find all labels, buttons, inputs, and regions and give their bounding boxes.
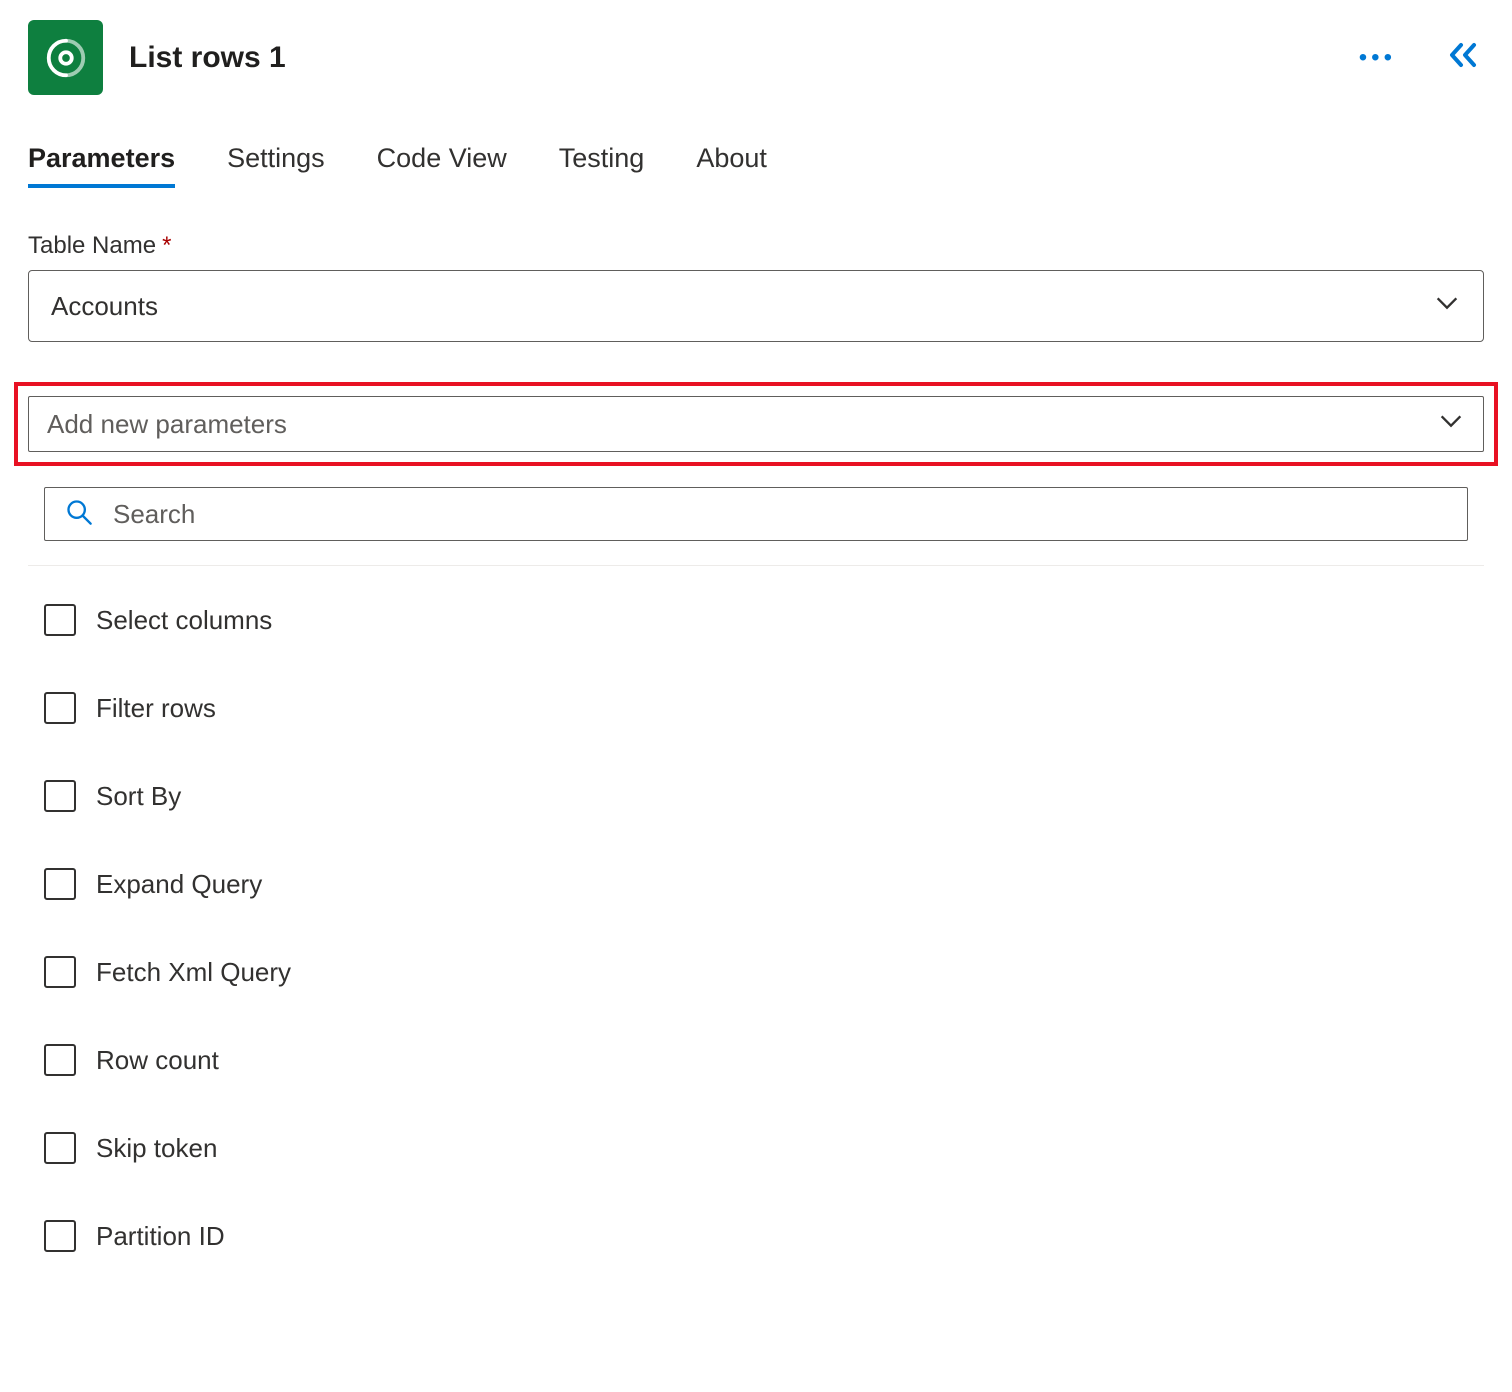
checkbox[interactable]	[44, 1220, 76, 1252]
option-skip-token[interactable]: Skip token	[44, 1116, 1468, 1180]
header-actions: •••	[1351, 37, 1484, 78]
collapse-panel-button[interactable]	[1444, 37, 1484, 78]
option-label: Partition ID	[96, 1221, 225, 1252]
option-label: Expand Query	[96, 869, 262, 900]
checkbox[interactable]	[44, 1044, 76, 1076]
option-expand-query[interactable]: Expand Query	[44, 852, 1468, 916]
checkbox[interactable]	[44, 868, 76, 900]
option-partition-id[interactable]: Partition ID	[44, 1204, 1468, 1268]
add-new-parameters-dropdown[interactable]: Add new parameters	[28, 396, 1484, 452]
checkbox[interactable]	[44, 692, 76, 724]
parameter-option-list: Select columns Filter rows Sort By Expan…	[28, 588, 1484, 1268]
search-input[interactable]	[113, 499, 1447, 530]
option-select-columns[interactable]: Select columns	[44, 588, 1468, 652]
chevron-down-icon	[1437, 407, 1465, 442]
option-fetch-xml-query[interactable]: Fetch Xml Query	[44, 940, 1468, 1004]
table-name-value: Accounts	[51, 291, 158, 322]
option-sort-by[interactable]: Sort By	[44, 764, 1468, 828]
option-label: Select columns	[96, 605, 272, 636]
tab-testing[interactable]: Testing	[559, 143, 645, 188]
panel-header: List rows 1 •••	[28, 20, 1484, 95]
option-filter-rows[interactable]: Filter rows	[44, 676, 1468, 740]
checkbox[interactable]	[44, 1132, 76, 1164]
more-menu-button[interactable]: •••	[1351, 40, 1404, 76]
table-name-label: Table Name *	[28, 232, 1484, 260]
option-label: Skip token	[96, 1133, 217, 1164]
chevron-down-icon	[1433, 289, 1461, 324]
option-row-count[interactable]: Row count	[44, 1028, 1468, 1092]
search-row	[28, 487, 1484, 565]
option-label: Row count	[96, 1045, 219, 1076]
add-new-parameters-placeholder: Add new parameters	[47, 409, 287, 440]
tab-parameters[interactable]: Parameters	[28, 143, 175, 188]
checkbox[interactable]	[44, 956, 76, 988]
required-asterisk: *	[162, 232, 171, 260]
tab-settings[interactable]: Settings	[227, 143, 325, 188]
connector-icon	[28, 20, 103, 95]
action-title: List rows 1	[129, 41, 1351, 75]
parameters-dropdown-panel: Select columns Filter rows Sort By Expan…	[28, 486, 1484, 1268]
option-label: Sort By	[96, 781, 181, 812]
checkbox[interactable]	[44, 604, 76, 636]
option-label: Fetch Xml Query	[96, 957, 291, 988]
tab-bar: Parameters Settings Code View Testing Ab…	[28, 143, 1484, 188]
option-label: Filter rows	[96, 693, 216, 724]
search-icon	[65, 498, 93, 531]
search-box[interactable]	[44, 487, 1468, 541]
table-name-label-text: Table Name	[28, 232, 156, 260]
checkbox[interactable]	[44, 780, 76, 812]
tab-code-view[interactable]: Code View	[377, 143, 507, 188]
tab-about[interactable]: About	[696, 143, 767, 188]
table-name-select[interactable]: Accounts	[28, 270, 1484, 342]
divider	[28, 565, 1484, 566]
add-new-parameters-highlight: Add new parameters	[14, 382, 1498, 466]
